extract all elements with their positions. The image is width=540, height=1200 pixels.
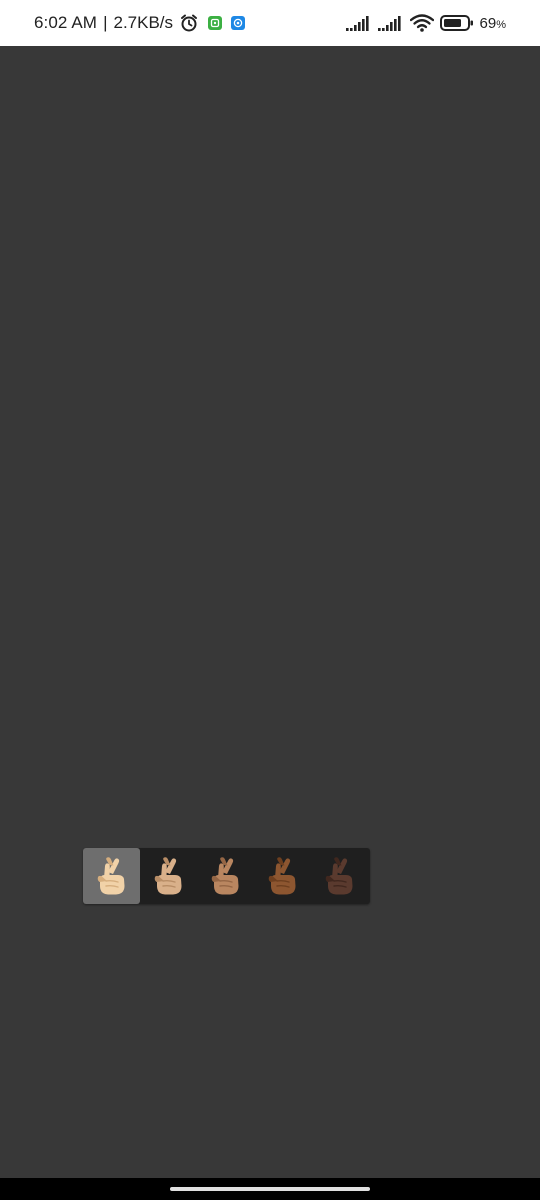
navigation-bar — [0, 1178, 540, 1200]
signal-icon — [377, 15, 404, 31]
signal-icon — [345, 15, 372, 31]
battery-percentage: 69% — [480, 15, 506, 32]
battery-icon — [439, 14, 474, 32]
skin-tone-option-light[interactable] — [83, 848, 140, 904]
network-speed: 2.7KB/s — [113, 13, 174, 32]
home-indicator[interactable] — [170, 1187, 370, 1191]
status-bar: 6:02 AM | 2.7KB/s 69% — [0, 0, 540, 46]
crossed-fingers-icon — [151, 856, 187, 896]
app-notification-blue-icon — [231, 16, 246, 30]
crossed-fingers-icon — [94, 856, 130, 896]
status-left: 6:02 AM | 2.7KB/s — [34, 0, 246, 46]
skin-tone-option-medium-light[interactable] — [140, 848, 197, 904]
main-content — [0, 46, 540, 1178]
battery-unit: % — [496, 18, 506, 31]
skin-tone-option-medium[interactable] — [197, 848, 254, 904]
status-separator: | — [103, 13, 108, 32]
skin-tone-option-medium-dark[interactable] — [254, 848, 311, 904]
app-notification-green-icon — [208, 16, 223, 30]
crossed-fingers-icon — [322, 856, 358, 896]
alarm-icon — [179, 13, 199, 33]
wifi-icon — [409, 14, 434, 32]
skin-tone-picker — [83, 848, 370, 904]
battery-level: 69 — [479, 14, 497, 32]
crossed-fingers-icon — [208, 856, 244, 896]
status-time: 6:02 AM — [34, 13, 98, 32]
crossed-fingers-icon — [265, 856, 301, 896]
status-right: 69% — [345, 0, 506, 46]
skin-tone-option-dark[interactable] — [311, 848, 368, 904]
